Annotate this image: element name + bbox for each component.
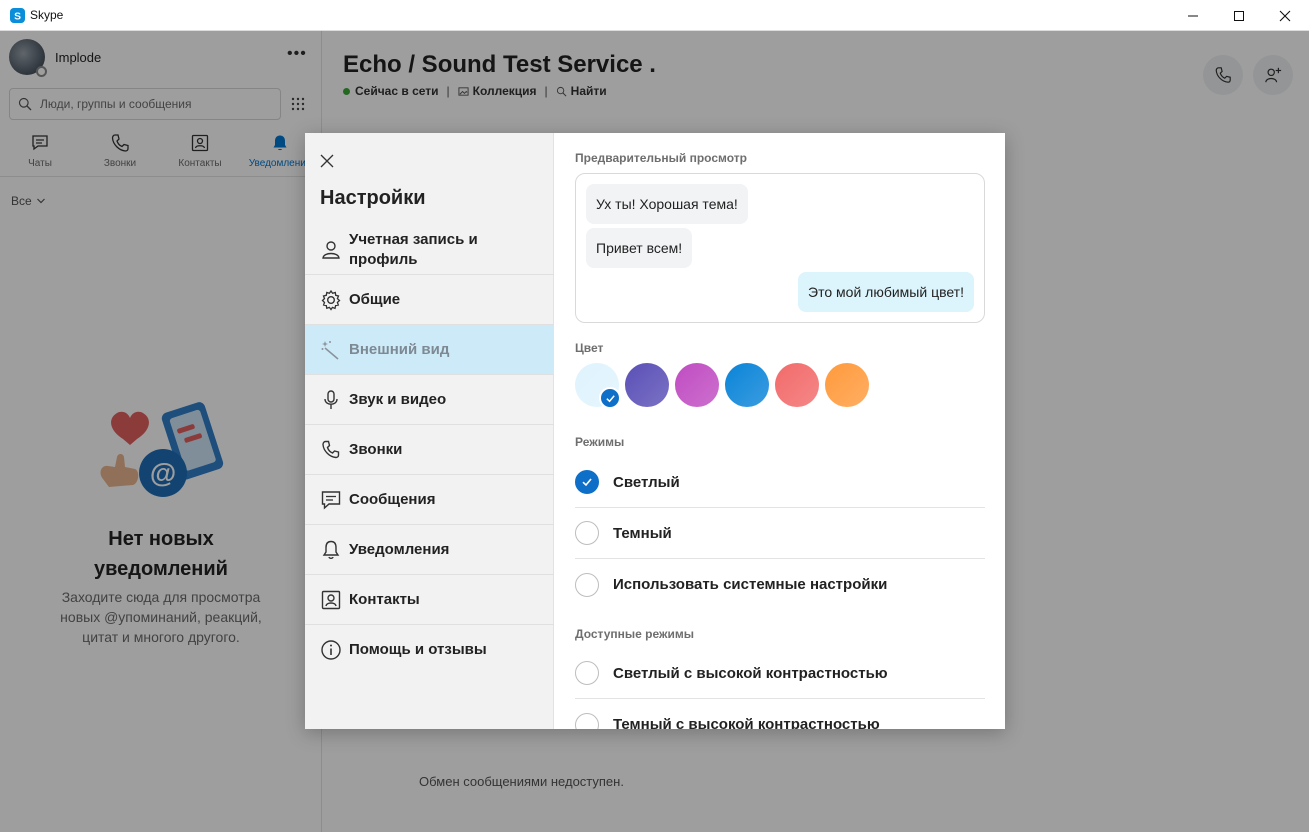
menu-label: Контакты [349,590,420,608]
close-icon [320,154,334,168]
radio-button-checked[interactable] [575,470,599,494]
skype-logo-icon: S [10,8,25,23]
mode-label: Темный с высокой контрастностью [613,716,880,729]
mode-option-system[interactable]: Использовать системные настройки [575,559,985,610]
close-icon [1279,10,1291,21]
svg-text:S: S [14,11,21,22]
color-swatch[interactable] [775,363,819,407]
menu-label: Общие [349,290,401,308]
minimize-icon [1188,15,1198,16]
color-swatch[interactable] [825,363,869,407]
radio-button[interactable] [575,521,599,545]
checkmark-icon [582,478,592,487]
preview-message-outgoing: Это мой любимый цвет! [798,272,974,312]
info-icon [321,640,341,660]
settings-content: Предварительный просмотр Ух ты! Хорошая … [555,133,1005,729]
color-label: Цвет [575,341,604,355]
menu-label-line: Учетная запись и [349,230,478,248]
close-settings-button[interactable] [317,151,337,171]
menu-label: Сообщения [349,490,436,508]
selected-check-icon [599,387,621,409]
settings-title: Настройки [320,187,426,209]
window-title-bar: S Skype [0,0,1309,31]
maximize-icon [1234,10,1244,21]
settings-dialog: Настройки Учетная запись и профиль Общие… [305,133,1005,729]
menu-label-line: профиль [349,250,418,268]
menu-label: Звонки [349,440,403,458]
microphone-icon [324,389,338,409]
mode-label: Светлый с высокой контрастностью [613,664,888,682]
theme-preview: Ух ты! Хорошая тема! Привет всем! Это мо… [575,173,985,323]
phone-icon [322,440,340,458]
radio-button[interactable] [575,661,599,685]
preview-message-incoming: Ух ты! Хорошая тема! [586,184,748,224]
preview-label: Предварительный просмотр [575,151,747,165]
magic-wand-icon [321,340,339,360]
close-window-button[interactable] [1262,0,1308,31]
mode-option-dark[interactable]: Темный [575,508,985,559]
color-swatch[interactable] [675,363,719,407]
color-swatch[interactable] [625,363,669,407]
minimize-button[interactable] [1170,0,1216,31]
message-icon [321,490,341,510]
settings-menu-appearance[interactable]: Внешний вид [305,325,554,375]
menu-label: Учетная запись и профиль [349,230,478,270]
preview-message-incoming: Привет всем! [586,228,693,268]
menu-label: Звук и видео [349,390,447,408]
radio-button[interactable] [575,572,599,597]
mode-label: Использовать системные настройки [613,576,888,593]
mode-label: Темный [613,524,672,542]
bell-icon [322,540,340,559]
mode-option-light[interactable]: Светлый [575,457,985,508]
maximize-button[interactable] [1216,0,1262,31]
settings-menu-notifications[interactable]: Уведомления [305,525,554,575]
settings-menu-help[interactable]: Помощь и отзывы [305,625,554,675]
settings-menu-calls[interactable]: Звонки [305,425,554,475]
mode-label: Светлый [613,473,680,491]
color-swatch[interactable] [725,363,769,407]
settings-menu-account[interactable]: Учетная запись и профиль [305,225,554,275]
settings-menu-audio-video[interactable]: Звук и видео [305,375,554,425]
menu-label: Внешний вид [349,340,450,358]
menu-label: Уведомления [349,540,450,558]
color-swatch[interactable] [575,363,621,409]
settings-nav: Настройки Учетная запись и профиль Общие… [305,133,554,729]
contacts-icon [321,590,341,609]
settings-menu-general[interactable]: Общие [305,275,554,325]
gear-icon [321,289,341,311]
menu-label: Помощь и отзывы [349,641,487,658]
person-icon [322,240,340,259]
available-modes-label: Доступные режимы [575,627,694,641]
mode-option-high-contrast-light[interactable]: Светлый с высокой контрастностью [575,648,985,699]
modes-label: Режимы [575,435,625,449]
window-title: Skype [30,8,64,22]
settings-menu-contacts[interactable]: Контакты [305,575,554,625]
settings-menu-messaging[interactable]: Сообщения [305,475,554,525]
radio-button[interactable] [575,712,599,729]
mode-option-high-contrast-dark[interactable]: Темный с высокой контрастностью [575,699,985,729]
